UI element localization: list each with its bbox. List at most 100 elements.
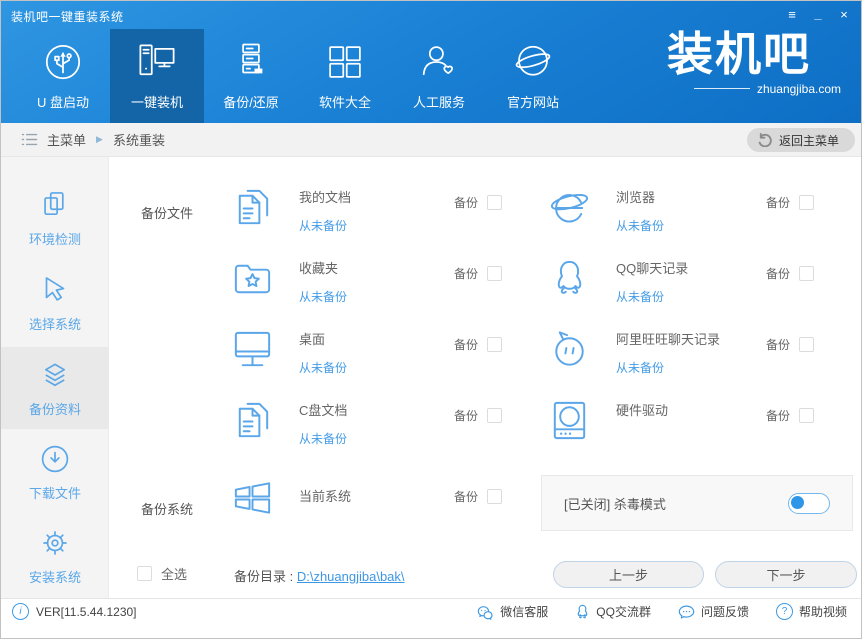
- antivirus-mode-label: [已关闭] 杀毒模式: [564, 496, 666, 512]
- sidebar-item-label: 下载文件: [28, 486, 81, 501]
- backup-directory: 备份目录 : D:\zhuangjiba\bak\: [234, 566, 405, 585]
- feedback-link[interactable]: 问题反馈: [678, 603, 749, 620]
- app-title: 装机吧一键重装系统: [11, 10, 124, 24]
- antivirus-toggle[interactable]: [788, 492, 830, 514]
- backup-checkbox-label: 备份: [453, 409, 478, 423]
- backup-item-favorites: 收藏夹 从未备份 备份: [229, 255, 502, 313]
- backup-directory-link[interactable]: D:\zhuangjiba\bak\: [297, 569, 405, 584]
- sidebar: 环境检测 选择系统 备份资料 下载文件 安装系统: [1, 157, 109, 598]
- nav-item-onekey-install[interactable]: 一键装机: [110, 29, 204, 123]
- previous-step-button[interactable]: 上一步: [553, 561, 704, 588]
- nav-item-label: U 盘启动: [36, 95, 89, 110]
- sidebar-item-install-system[interactable]: 安装系统: [1, 515, 109, 597]
- backup-item-name: QQ聊天记录: [616, 261, 689, 276]
- sidebar-item-download[interactable]: 下载文件: [1, 431, 109, 513]
- backup-checkbox-label: 备份: [453, 490, 478, 504]
- toggle-knob: [791, 495, 804, 509]
- backup-checkbox[interactable]: [487, 266, 502, 281]
- backup-status-link[interactable]: 从未备份: [299, 217, 351, 234]
- statusbar: i VER[11.5.44.1230] 微信客服 QQ交流群 问题反馈 ? 帮助…: [1, 598, 861, 624]
- backup-status-link[interactable]: 从未备份: [299, 288, 347, 305]
- nav-item-label: 官方网站: [506, 95, 559, 110]
- backup-status-link[interactable]: 从未备份: [616, 288, 688, 305]
- sidebar-item-backup-data[interactable]: 备份资料: [1, 347, 109, 429]
- person-heart-icon: [418, 41, 460, 83]
- backup-checkbox[interactable]: [487, 408, 502, 423]
- backup-checkbox-label: 备份: [765, 196, 790, 210]
- backup-checkbox[interactable]: [799, 337, 814, 352]
- version-text: VER[11.5.44.1230]: [36, 604, 137, 619]
- nav-item-usb-boot[interactable]: U 盘启动: [16, 29, 110, 123]
- windows-stack-icon: [38, 188, 72, 222]
- status-link-label: 帮助视频: [798, 605, 847, 619]
- globe-icon: [512, 41, 554, 83]
- usb-icon: [42, 41, 84, 83]
- backup-checkbox-label: 备份: [765, 267, 790, 281]
- backup-status-link[interactable]: 从未备份: [616, 217, 664, 234]
- backup-status-link[interactable]: 从未备份: [299, 430, 347, 447]
- back-button-label: 返回主菜单: [778, 133, 839, 148]
- status-link-label: 微信客服: [500, 605, 549, 619]
- brand-logo: 装机吧 zhuangjiba.com: [629, 29, 849, 96]
- breadcrumb-arrow-icon: ▶: [96, 134, 103, 144]
- backup-checkbox[interactable]: [487, 195, 502, 210]
- backup-item-desktop: 桌面 从未备份 备份: [229, 326, 502, 384]
- backup-item-my-documents: 我的文档 从未备份 备份: [229, 184, 502, 242]
- backup-item-name: 浏览器: [616, 190, 656, 205]
- breadcrumb-root[interactable]: 主菜单: [47, 130, 86, 149]
- nav-item-website[interactable]: 官方网站: [486, 29, 580, 123]
- select-all-control: 全选: [137, 564, 187, 583]
- backup-status-link[interactable]: 从未备份: [616, 359, 720, 376]
- browser-icon: [546, 184, 593, 231]
- sidebar-item-env-check[interactable]: 环境检测: [1, 177, 109, 259]
- breadcrumb-current: 系统重装: [112, 133, 165, 148]
- nav-item-label: 一键装机: [130, 95, 183, 110]
- nav-item-service[interactable]: 人工服务: [392, 29, 486, 123]
- help-icon: ?: [775, 603, 793, 620]
- list-icon: [21, 132, 38, 147]
- minimize-icon[interactable]: _: [805, 3, 831, 25]
- folder-star-icon: [229, 255, 276, 302]
- header: 装机吧一键重装系统 ≡ _ × U 盘启动 一键装机 备份/还原 软件大全 人工…: [1, 1, 861, 123]
- close-icon[interactable]: ×: [831, 3, 857, 25]
- titlebar: 装机吧一键重装系统 ≡ _ ×: [1, 1, 861, 29]
- sidebar-item-select-system[interactable]: 选择系统: [1, 262, 109, 344]
- help-video-link[interactable]: ? 帮助视频: [775, 603, 847, 620]
- server-icon: [230, 41, 272, 83]
- back-to-menu-button[interactable]: 返回主菜单: [746, 128, 855, 152]
- backup-checkbox[interactable]: [487, 337, 502, 352]
- backup-item-name: 当前系统: [299, 489, 352, 504]
- backup-item-qq-history: QQ聊天记录 从未备份 备份: [546, 255, 814, 313]
- nav-item-software[interactable]: 软件大全: [298, 29, 392, 123]
- back-arrow-icon: [757, 133, 772, 147]
- backup-checkbox[interactable]: [799, 266, 814, 281]
- backup-checkbox-label: 备份: [453, 338, 478, 352]
- backup-files-label: 备份文件: [141, 206, 194, 221]
- wechat-support-link[interactable]: 微信客服: [477, 603, 548, 620]
- backup-checkbox-label: 备份: [453, 196, 478, 210]
- documents-icon: [229, 184, 276, 231]
- backup-status-link[interactable]: 从未备份: [299, 359, 347, 376]
- next-step-button[interactable]: 下一步: [715, 561, 857, 588]
- breadcrumb: 主菜单 ▶ 系统重装 返回主菜单: [1, 123, 861, 157]
- wechat-icon: [477, 604, 494, 620]
- sidebar-item-label: 环境检测: [28, 232, 81, 247]
- nav-item-backup-restore[interactable]: 备份/还原: [204, 29, 298, 123]
- nav-item-label: 备份/还原: [223, 95, 279, 110]
- backup-system-label: 备份系统: [141, 502, 194, 517]
- backup-checkbox[interactable]: [799, 195, 814, 210]
- backup-checkbox[interactable]: [799, 408, 814, 423]
- gear-icon: [38, 526, 72, 560]
- qq-group-link[interactable]: QQ交流群: [575, 603, 651, 620]
- menu-icon[interactable]: ≡: [779, 3, 805, 25]
- logo-divider: [693, 88, 750, 90]
- backup-checkbox[interactable]: [487, 489, 502, 504]
- select-all-checkbox[interactable]: [137, 566, 152, 581]
- info-icon: i: [12, 603, 29, 620]
- backup-checkbox-label: 备份: [765, 338, 790, 352]
- brand-name: 装机吧: [667, 28, 811, 80]
- desktop-icon: [229, 326, 276, 373]
- app-window: 装机吧一键重装系统 ≡ _ × U 盘启动 一键装机 备份/还原 软件大全 人工…: [0, 0, 862, 639]
- backup-directory-label: 备份目录 :: [234, 569, 297, 584]
- statusbar-links: 微信客服 QQ交流群 问题反馈 ? 帮助视频: [477, 603, 847, 620]
